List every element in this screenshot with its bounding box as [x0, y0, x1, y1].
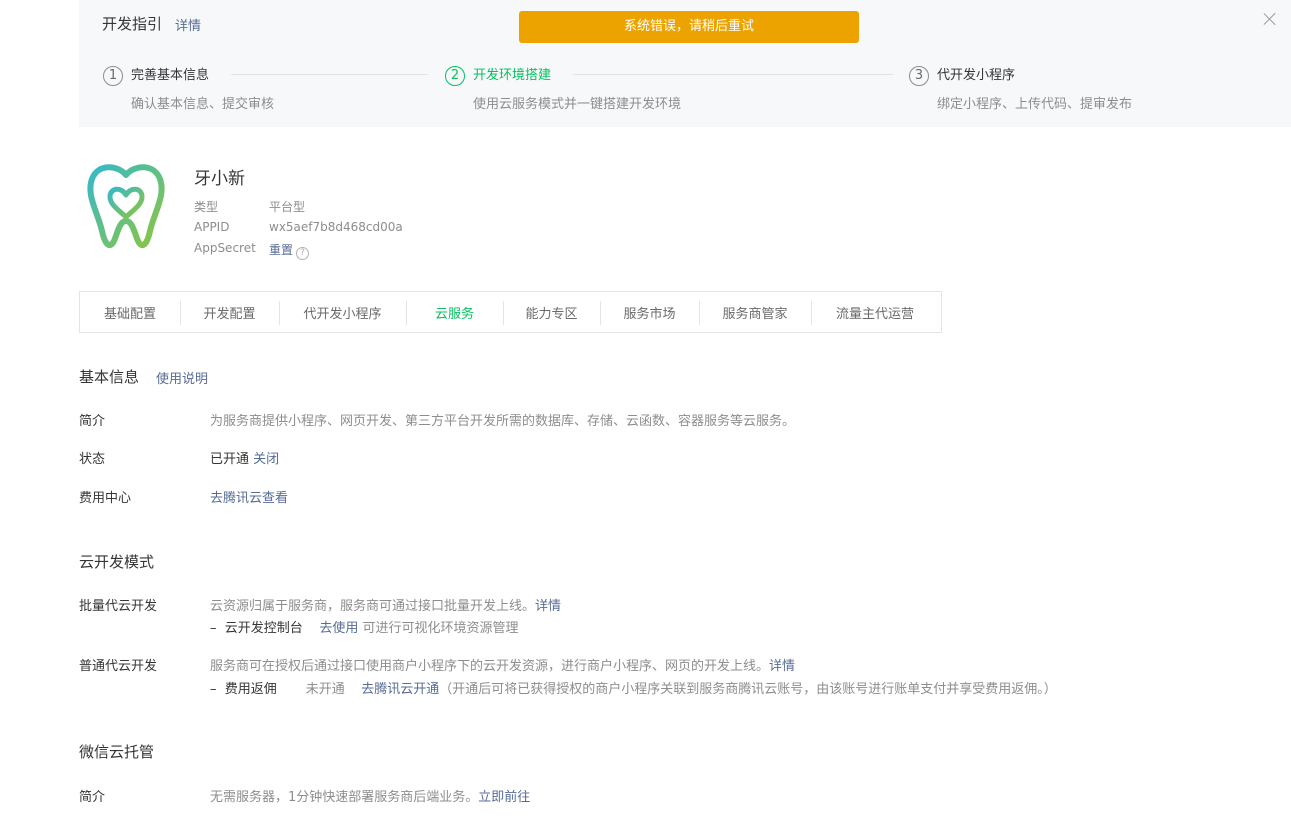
wechat-cloud-intro-label: 简介: [79, 790, 106, 805]
step-number: 1: [103, 66, 123, 86]
app-type-row: 类型 平台型: [194, 198, 305, 215]
fee-center-label: 费用中心: [79, 491, 132, 506]
console-row: – 云开发控制台 去使用 可进行可视化环境资源管理: [210, 617, 518, 636]
appsecret-label: AppSecret: [194, 241, 256, 255]
wechat-cloud-intro: 无需服务器，1分钟快速部署服务商后端业务。: [210, 790, 479, 805]
tab-cloud-service[interactable]: 云服务: [406, 292, 503, 332]
rebate-dash: –: [210, 682, 217, 697]
step-label: 代开发小程序: [937, 68, 1016, 83]
tab-capabilities[interactable]: 能力专区: [503, 292, 600, 332]
close-icon[interactable]: [1263, 12, 1277, 26]
rebate-row: – 费用返佣 未开通 去腾讯云开通（开通后可将已获得授权的商户小程序关联到服务商…: [210, 678, 1057, 697]
console-label: 云开发控制台: [224, 621, 303, 636]
appid-row: APPID wx5aef7b8d468cd00a: [194, 220, 403, 234]
cloud-dev-title: 云开发模式: [79, 553, 155, 571]
tab-proxy-dev[interactable]: 代开发小程序: [279, 292, 406, 332]
console-use-link[interactable]: 去使用: [319, 621, 358, 636]
tab-basic-config[interactable]: 基础配置: [80, 292, 180, 332]
status-value-row: 已开通 关闭: [210, 448, 279, 467]
status-label: 状态: [79, 452, 106, 467]
intro-value: 为服务商提供小程序、网页开发、第三方平台开发所需的数据库、存储、云函数、容器服务…: [210, 414, 796, 429]
tab-service-market[interactable]: 服务市场: [600, 292, 699, 332]
basic-info-title: 基本信息: [79, 368, 140, 386]
fee-center-value: 去腾讯云查看: [210, 487, 288, 506]
tab-traffic-ops[interactable]: 流量主代运营: [811, 292, 939, 332]
guide-title: 开发指引: [102, 15, 163, 33]
normal-cloud-dev-desc: 服务商可在授权后通过接口使用商户小程序下的云开发资源，进行商户小程序、网页的开发…: [210, 659, 770, 674]
step-desc: 绑定小程序、上传代码、提审发布: [937, 97, 1133, 112]
close-service-link[interactable]: 关闭: [253, 452, 279, 467]
wechat-cloud-title: 微信云托管: [79, 743, 155, 761]
appsecret-row: AppSecret 重置?: [194, 241, 310, 260]
error-toast: 系统错误，请稍后重试: [519, 11, 859, 43]
step-label: 开发环境搭建: [473, 68, 552, 83]
tab-dev-config[interactable]: 开发配置: [180, 292, 279, 332]
status-value: 已开通: [210, 452, 250, 467]
batch-cloud-dev-label: 批量代云开发: [79, 599, 158, 614]
appid-label: APPID: [194, 220, 230, 234]
step-number: 2: [445, 66, 465, 86]
normal-cloud-dev-desc-row: 服务商可在授权后通过接口使用商户小程序下的云开发资源，进行商户小程序、网页的开发…: [210, 655, 795, 674]
step-connector: [573, 74, 893, 75]
config-tabs: 基础配置 开发配置 代开发小程序 云服务 能力专区 服务市场 服务商管家 流量主…: [79, 291, 942, 333]
intro-label: 简介: [79, 414, 106, 429]
reset-secret-link[interactable]: 重置: [269, 243, 293, 257]
rebate-label: 费用返佣: [224, 682, 277, 697]
step-desc: 使用云服务模式并一键搭建开发环境: [473, 97, 682, 112]
tencent-cloud-view-link[interactable]: 去腾讯云查看: [210, 491, 288, 506]
tab-service-steward[interactable]: 服务商管家: [699, 292, 811, 332]
appsecret-value: 重置?: [269, 241, 310, 260]
batch-cloud-dev-desc: 云资源归属于服务商，服务商可通过接口批量开发上线。: [210, 599, 536, 614]
appid-value: wx5aef7b8d468cd00a: [269, 220, 403, 234]
step-label: 完善基本信息: [131, 68, 210, 83]
step-desc: 确认基本信息、提交审核: [131, 97, 275, 112]
normal-cloud-dev-label: 普通代云开发: [79, 659, 158, 674]
app-name: 牙小新: [194, 169, 245, 189]
console-desc: 可进行可视化环境资源管理: [362, 621, 519, 636]
type-value: 平台型: [269, 200, 306, 214]
step-number: 3: [909, 66, 929, 86]
tencent-cloud-open-link[interactable]: 去腾讯云开通: [361, 682, 439, 697]
guide-detail-link[interactable]: 详情: [175, 15, 201, 34]
step-connector: [231, 74, 428, 75]
go-now-link[interactable]: 立即前往: [478, 790, 530, 805]
usage-guide-link[interactable]: 使用说明: [156, 368, 208, 387]
normal-detail-link[interactable]: 详情: [769, 659, 795, 674]
question-icon[interactable]: ?: [296, 247, 310, 260]
type-label: 类型: [194, 200, 219, 214]
batch-detail-link[interactable]: 详情: [535, 599, 561, 614]
console-dash: –: [210, 621, 217, 636]
rebate-desc: （开通后可将已获得授权的商户小程序关联到服务商腾讯云账号，由该账号进行账单支付并…: [439, 682, 1057, 697]
batch-cloud-dev-desc-row: 云资源归属于服务商，服务商可通过接口批量开发上线。详情: [210, 595, 561, 614]
tooth-logo-icon: [87, 164, 165, 249]
wechat-cloud-intro-row: 无需服务器，1分钟快速部署服务商后端业务。立即前往: [210, 786, 530, 805]
rebate-status: 未开通: [305, 682, 345, 697]
